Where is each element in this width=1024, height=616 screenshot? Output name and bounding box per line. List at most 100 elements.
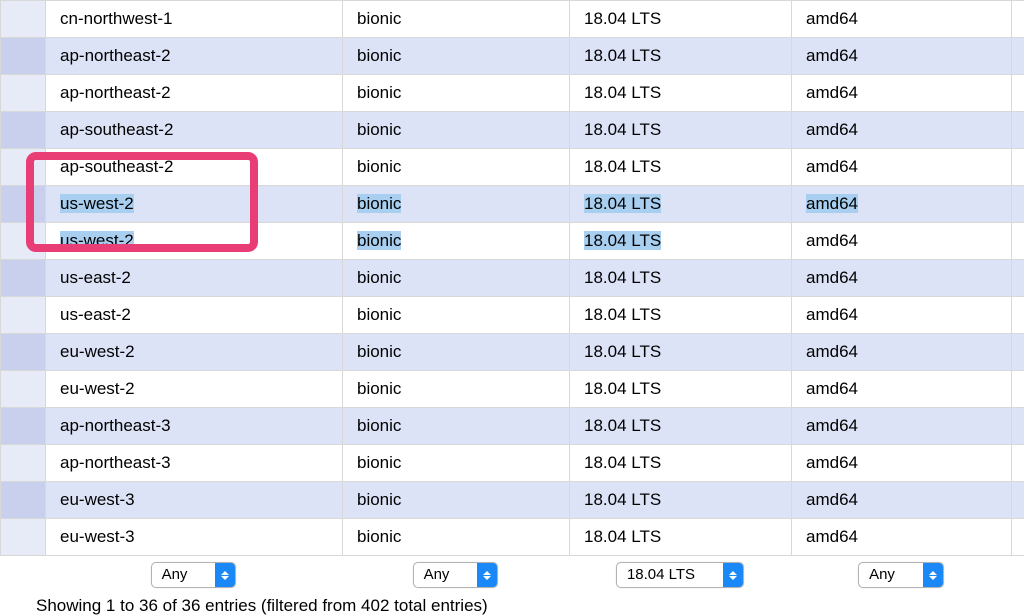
cell-arch: amd64: [792, 297, 1012, 334]
cell-arch-text: amd64: [806, 305, 858, 324]
cell-name: bionic: [343, 112, 570, 149]
cell-name-text: bionic: [357, 305, 401, 324]
cell-name-text: bionic: [357, 527, 401, 546]
cell-version: 18.04 LTS: [570, 371, 792, 408]
cell-name-text: bionic: [357, 268, 401, 287]
cell-version: 18.04 LTS: [570, 149, 792, 186]
cell-name: bionic: [343, 75, 570, 112]
cell-region: ap-southeast-2: [46, 149, 343, 186]
cell-region: ap-northeast-3: [46, 445, 343, 482]
cell-version-text: 18.04 LTS: [584, 379, 661, 398]
cell-leading: [1, 482, 46, 519]
cell-version: 18.04 LTS: [570, 408, 792, 445]
cell-arch-text: amd64: [806, 157, 858, 176]
cell-name-text: bionic: [357, 46, 401, 65]
cell-version-text: 18.04 LTS: [584, 342, 661, 361]
cell-version: 18.04 LTS: [570, 519, 792, 556]
cell-arch-text: amd64: [806, 416, 858, 435]
cell-name-text: bionic: [357, 453, 401, 472]
cell-version-text: 18.04 LTS: [584, 9, 661, 28]
cell-arch-text: amd64: [806, 490, 858, 509]
table-row[interactable]: ap-northeast-3bionic18.04 LTS amd64: [1, 408, 1024, 445]
table-row[interactable]: us-east-2bionic18.04 LTSamd64: [1, 260, 1024, 297]
cell-version-text: 18.04 LTS: [584, 490, 661, 509]
table-row[interactable]: eu-west-3bionic18.04 LTSamd64: [1, 482, 1024, 519]
table-row[interactable]: eu-west-3 bionic 18.04 LTS amd64: [1, 519, 1024, 556]
cell-trailing: [1012, 371, 1024, 408]
cell-region-text: cn-northwest-1: [60, 9, 172, 28]
cell-trailing: [1012, 1, 1024, 38]
cell-trailing: [1012, 297, 1024, 334]
cell-region: us-east-2: [46, 297, 343, 334]
cell-version-text: 18.04 LTS: [584, 231, 661, 250]
filter-arch-select[interactable]: Any: [858, 562, 944, 588]
cell-arch: amd64: [792, 38, 1012, 75]
cell-name-text: bionic: [357, 83, 401, 102]
table-row[interactable]: eu-west-2bionic18.04 LTSamd64: [1, 371, 1024, 408]
cell-region: ap-northeast-2: [46, 75, 343, 112]
cell-name: bionic: [343, 223, 570, 260]
cell-version-text: 18.04 LTS: [584, 120, 661, 139]
cell-arch-text: amd64: [806, 231, 858, 250]
cell-name-text: bionic: [357, 9, 401, 28]
filter-arch-value: Any: [859, 563, 923, 587]
filter-version-value: 18.04 LTS: [617, 563, 723, 587]
filter-version-select[interactable]: 18.04 LTS: [616, 562, 744, 588]
cell-region-text: ap-northeast-2: [60, 46, 171, 65]
filter-name-select[interactable]: Any: [413, 562, 499, 588]
cell-arch: amd64: [792, 334, 1012, 371]
cell-name-text: bionic: [357, 490, 401, 509]
cell-region-text: eu-west-3: [60, 527, 135, 546]
cell-name-text: bionic: [357, 342, 401, 361]
table-row[interactable]: eu-west-2 bionic 18.04 LTS amd64: [1, 334, 1024, 371]
cell-trailing: [1012, 223, 1024, 260]
cell-name: bionic: [343, 38, 570, 75]
cell-version-text: 18.04 LTS: [584, 157, 661, 176]
cell-arch: amd64: [792, 445, 1012, 482]
cell-name: bionic: [343, 260, 570, 297]
cell-version: 18.04 LTS: [570, 482, 792, 519]
table-row[interactable]: cn-northwest-1bionic18.04 LTSamd64: [1, 1, 1024, 38]
cell-name: bionic: [343, 408, 570, 445]
cell-version-text: 18.04 LTS: [584, 527, 661, 546]
cell-name: bionic: [343, 445, 570, 482]
table-row[interactable]: ap-southeast-2bionic18.04 LTSamd64: [1, 149, 1024, 186]
cell-name-text: bionic: [357, 194, 401, 213]
cell-trailing: [1012, 445, 1024, 482]
data-table: cn-northwest-1bionic18.04 LTSamd64ap-nor…: [0, 0, 1024, 556]
cell-arch: amd64: [792, 519, 1012, 556]
table-row[interactable]: ap-northeast-2 bionic 18.04 LTS amd64: [1, 38, 1024, 75]
table-row[interactable]: us-west-2 bionic 18.04 LTSamd64: [1, 186, 1024, 223]
cell-version-text: 18.04 LTS: [584, 268, 661, 287]
cell-arch: amd64: [792, 408, 1012, 445]
filter-region-select[interactable]: Any: [151, 562, 237, 588]
cell-leading: [1, 186, 46, 223]
cell-region: eu-west-3: [46, 519, 343, 556]
cell-trailing: [1012, 519, 1024, 556]
cell-arch: amd64: [792, 371, 1012, 408]
table-row[interactable]: us-east-2bionic18.04 LTSamd64: [1, 297, 1024, 334]
cell-version-text: 18.04 LTS: [584, 46, 661, 65]
cell-version: 18.04 LTS: [570, 186, 792, 223]
dropdown-arrows-icon: [477, 563, 497, 587]
cell-version-text: 18.04 LTS: [584, 453, 661, 472]
cell-region: eu-west-2: [46, 334, 343, 371]
cell-version: 18.04 LTS: [570, 75, 792, 112]
cell-arch: amd64: [792, 186, 1012, 223]
cell-version: 18.04 LTS: [570, 223, 792, 260]
cell-region-text: ap-northeast-2: [60, 83, 171, 102]
cell-region: eu-west-2: [46, 371, 343, 408]
cell-arch-text: amd64: [806, 268, 858, 287]
cell-region: us-west-2: [46, 186, 343, 223]
cell-arch: amd64: [792, 75, 1012, 112]
table-row[interactable]: ap-northeast-3 bionic 18.04 LTS amd64: [1, 445, 1024, 482]
cell-region: ap-northeast-3: [46, 408, 343, 445]
table-row[interactable]: ap-southeast-2bionic18.04 LTSamd64: [1, 112, 1024, 149]
cell-version: 18.04 LTS: [570, 38, 792, 75]
cell-arch-text: amd64: [806, 120, 858, 139]
cell-region-text: ap-northeast-3: [60, 453, 171, 472]
cell-leading: [1, 445, 46, 482]
table-row[interactable]: us-west-2bionic18.04 LTSamd64: [1, 223, 1024, 260]
cell-arch-text: amd64: [806, 527, 858, 546]
table-row[interactable]: ap-northeast-2 bionic 18.04 LTSamd64: [1, 75, 1024, 112]
